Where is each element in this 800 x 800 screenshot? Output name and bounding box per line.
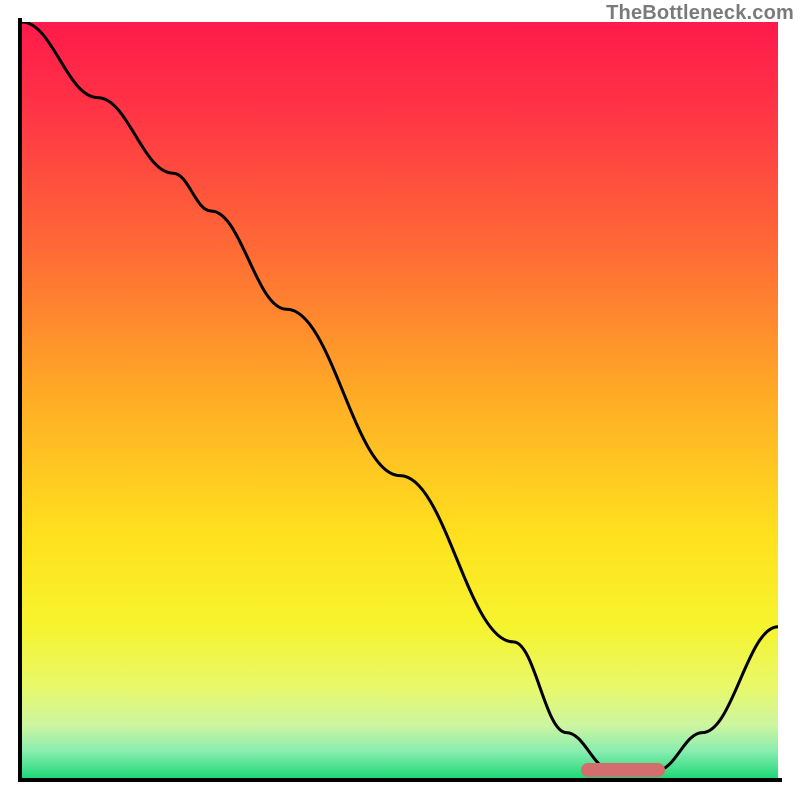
y-axis bbox=[18, 18, 22, 782]
x-axis bbox=[18, 778, 782, 782]
optimal-zone-marker bbox=[581, 763, 664, 777]
watermark-text: TheBottleneck.com bbox=[606, 2, 794, 25]
curve-layer bbox=[22, 22, 778, 778]
chart-frame: TheBottleneck.com bbox=[0, 0, 800, 800]
bottleneck-curve bbox=[22, 22, 778, 770]
plot-area bbox=[22, 22, 778, 778]
